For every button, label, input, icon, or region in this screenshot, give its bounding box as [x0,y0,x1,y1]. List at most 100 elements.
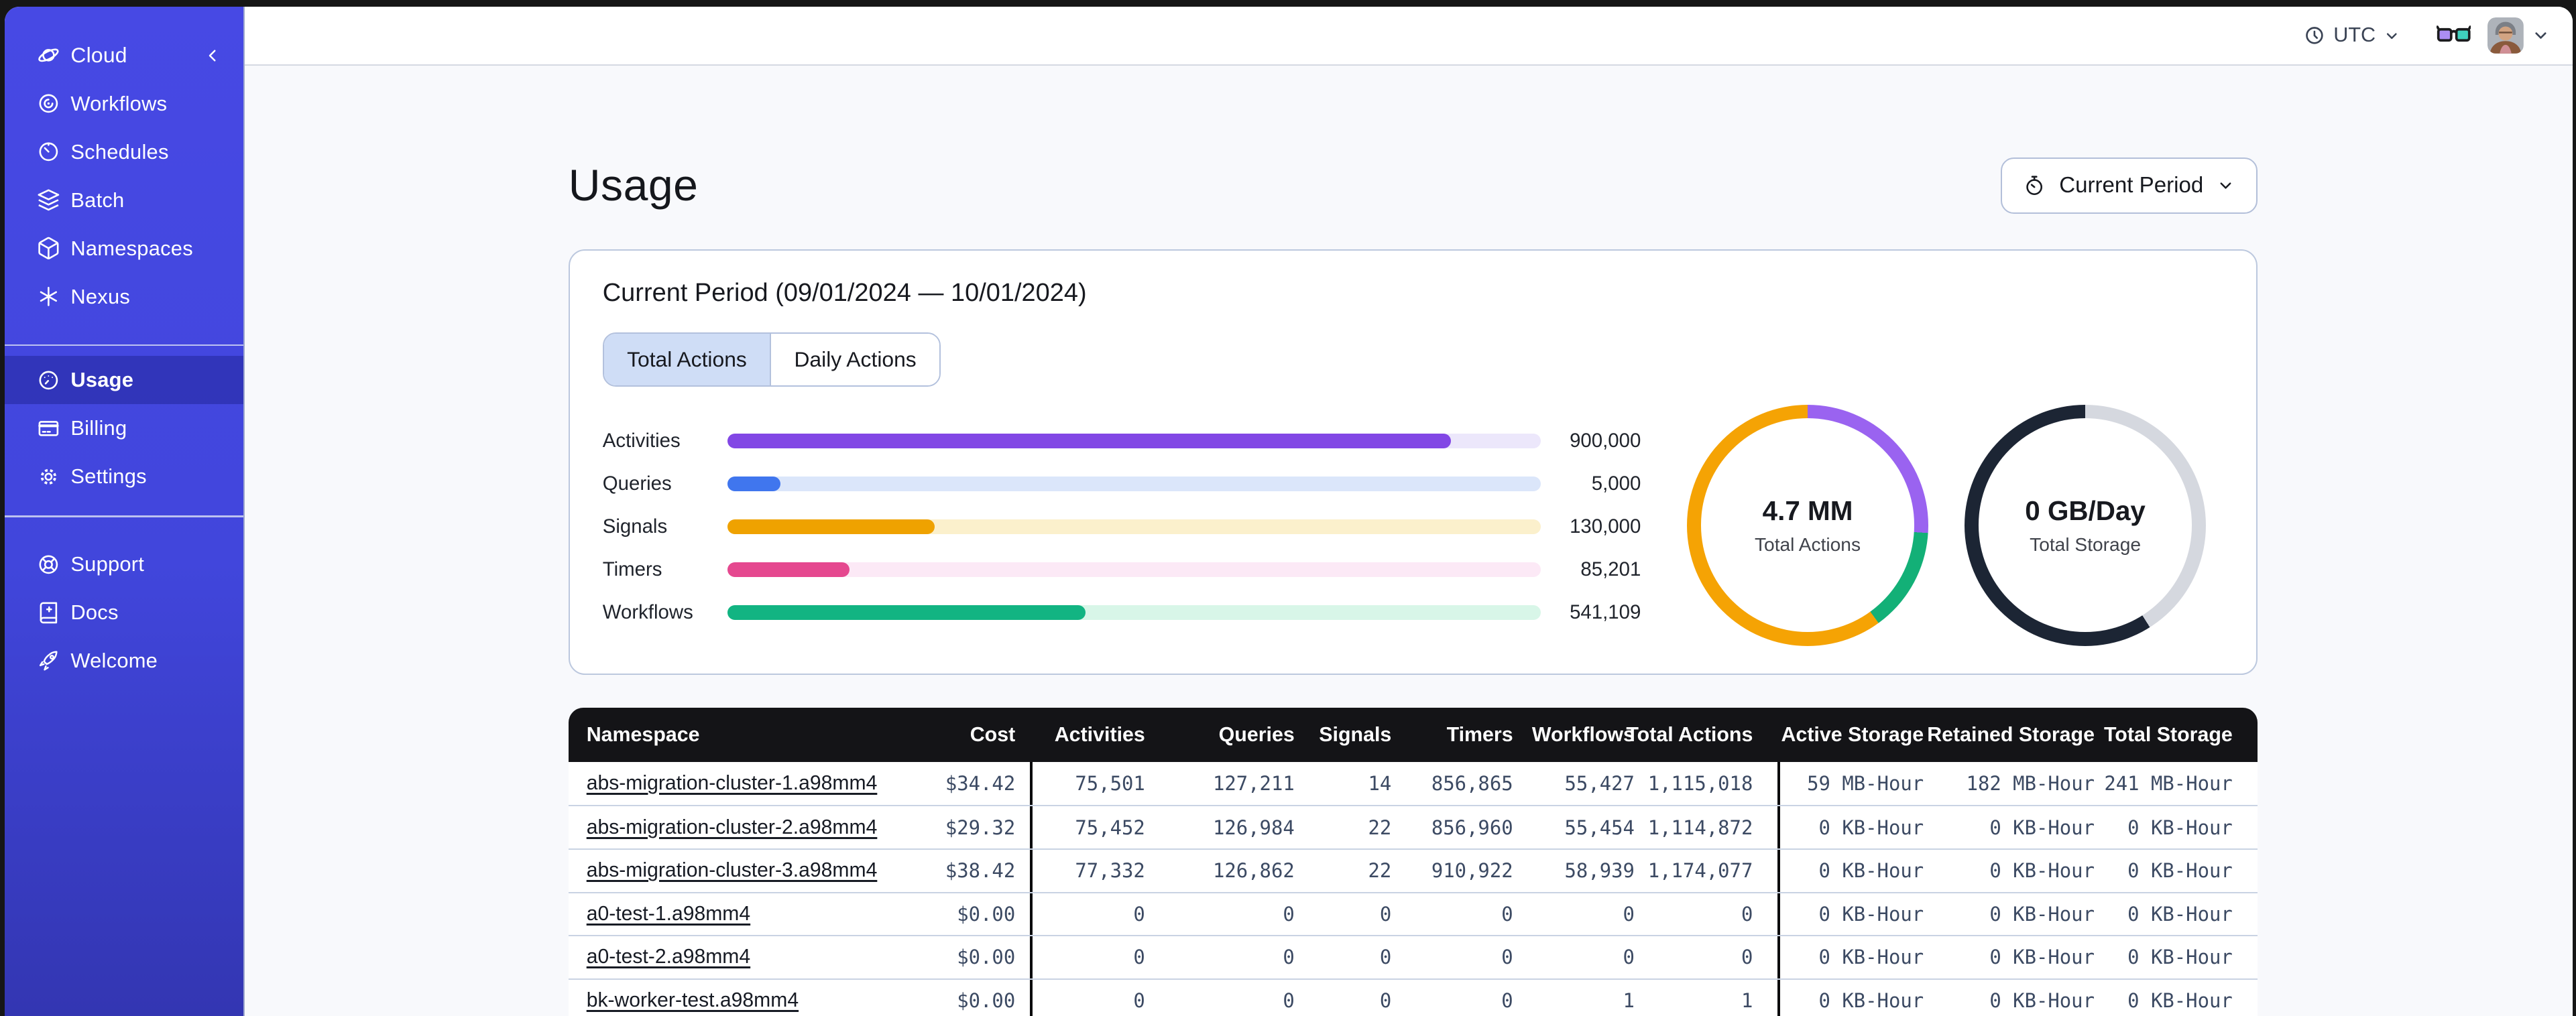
total-storage-donut-chart: 0 GB/Day Total Storage [1965,404,2207,646]
namespace-link[interactable]: a0-test-2.a98mm4 [587,946,750,968]
cost-value: $0.00 [957,989,1016,1012]
metric-value: 58,939 [1564,859,1635,883]
sidebar-brand-label: Cloud [70,43,127,68]
schedules-icon [36,139,61,164]
donut-value: 4.7 MM [1762,495,1853,526]
metric-value: 77,332 [1030,849,1145,892]
sidebar-item-workflows[interactable]: Workflows [5,80,243,128]
tab-total-actions[interactable]: Total Actions [603,333,770,385]
metric-value: 1,114,872 [1647,816,1753,839]
account-menu-chevron-icon[interactable] [2532,26,2550,44]
namespace-link[interactable]: abs-migration-cluster-2.a98mm4 [587,816,878,839]
sidebar-item-support[interactable]: Support [5,540,243,588]
storage-value: 0 KB-Hour [1777,979,1924,1016]
metric-value: 75,452 [1030,806,1145,848]
content: Usage Current Period Current Period (09/… [245,66,2573,1016]
page-title: Usage [568,160,699,210]
metric-value: 75,501 [1030,761,1145,806]
storage-value: 182 MB-Hour [1966,772,2095,796]
storage-value: 0 KB-Hour [1989,989,2095,1012]
sidebar: Cloud Workflows Schedules Batch Namespac… [5,6,245,1016]
tab-daily-actions[interactable]: Daily Actions [770,333,940,385]
bar-value: 900,000 [1570,429,1641,452]
metric-value: 0 [1501,989,1513,1012]
metric-value: 0 [1379,989,1392,1012]
sidebar-item-billing[interactable]: Billing [5,404,243,452]
table-row: abs-migration-cluster-3.a98mm4 $38.42 77,3… [568,848,2258,892]
namespace-link[interactable]: abs-migration-cluster-1.a98mm4 [587,772,878,795]
storage-value: 0 KB-Hour [2127,946,2233,969]
metric-value: 0 [1379,946,1392,969]
usage-gauge-icon [36,368,61,393]
sidebar-item-batch[interactable]: Batch [5,176,243,225]
chevron-down-icon [2217,176,2235,194]
bar-fill [727,605,1086,621]
metric-value: 14 [1368,772,1392,796]
column-header: Total Actions [1626,722,1753,746]
bar-value: 130,000 [1570,515,1641,538]
metric-value: 0 [1283,946,1295,969]
column-header: Retained Storage [1927,722,2095,746]
namespaces-cube-icon [36,236,61,261]
namespace-link[interactable]: a0-test-1.a98mm4 [587,903,750,926]
period-selector-button[interactable]: Current Period [2000,157,2258,214]
settings-gear-icon [36,464,61,489]
usage-bar-row: Activities 900,000 [603,420,1641,462]
usage-bar-row: Signals 130,000 [603,505,1641,548]
namespace-link[interactable]: bk-worker-test.a98mm4 [587,989,799,1012]
usage-bar-row: Timers 85,201 [603,548,1641,591]
namespace-cost-cell: abs-migration-cluster-2.a98mm4 $29.32 [569,806,1031,848]
storage-value: 0 KB-Hour [1777,806,1924,848]
billing-card-icon [36,416,61,441]
nexus-asterisk-icon [36,284,61,309]
metric-value: 22 [1368,816,1392,839]
storage-value: 0 KB-Hour [1989,816,2095,839]
sidebar-item-settings[interactable]: Settings [5,452,243,501]
namespace-cost-cell: a0-test-1.a98mm4 $0.00 [569,893,1031,936]
column-header: Activities [1054,722,1145,746]
timezone-label: UTC [2333,23,2376,47]
table-row: abs-migration-cluster-1.a98mm4 $34.42 75,5… [568,761,2258,806]
sidebar-item-docs[interactable]: Docs [5,588,243,637]
storage-value: 241 MB-Hour [2104,772,2233,796]
sidebar-brand: Cloud [5,31,243,80]
sidebar-collapse-button[interactable] [204,46,222,64]
sidebar-item-usage[interactable]: Usage [5,356,244,405]
bar-fill [727,519,935,535]
bar-track [727,562,1541,578]
actions-tab-group: Total Actions Daily Actions [602,332,941,387]
storage-value: 0 KB-Hour [1777,849,1924,892]
usage-summary-card: Current Period (09/01/2024 — 10/01/2024)… [568,249,2258,675]
storage-value: 59 MB-Hour [1777,761,1924,806]
user-avatar[interactable] [2487,17,2524,54]
metric-value: 55,427 [1564,772,1635,796]
metric-value: 1 [1741,989,1753,1012]
bar-track [727,519,1541,535]
usage-bars: Activities 900,000 Queries 5,000 Signals 130,… [603,420,1641,635]
sidebar-item-welcome[interactable]: Welcome [5,637,243,685]
namespace-cost-cell: abs-migration-cluster-1.a98mm4 $34.42 [569,762,1031,806]
sidebar-item-namespaces[interactable]: Namespaces [5,225,243,273]
metric-value: 1,174,077 [1647,859,1753,883]
donut-value: 0 GB/Day [2025,495,2146,526]
sidebar-item-nexus[interactable]: Nexus [5,273,243,321]
metric-value: 0 [1030,893,1145,936]
storage-value: 0 KB-Hour [2127,816,2233,839]
metric-value: 910,922 [1431,859,1513,883]
bar-track [727,476,1541,491]
workflows-icon [36,91,61,116]
column-header: Cost [970,722,1016,746]
timezone-selector[interactable]: UTC [2304,23,2400,47]
sidebar-item-schedules[interactable]: Schedules [5,128,243,176]
namespace-link[interactable]: abs-migration-cluster-3.a98mm4 [587,859,878,882]
labs-glasses-icon[interactable] [2436,25,2471,46]
namespace-cost-cell: a0-test-2.a98mm4 $0.00 [569,936,1031,978]
bar-track [727,433,1541,448]
cost-value: $38.42 [945,859,1016,883]
column-header: Queries [1218,722,1295,746]
bar-track [727,605,1541,621]
storage-value: 0 KB-Hour [1989,859,2095,883]
storage-value: 0 KB-Hour [1989,902,2095,926]
storage-value: 0 KB-Hour [2127,859,2233,883]
screenshot-stage: Cloud Workflows Schedules Batch Namespac… [0,0,2576,1016]
